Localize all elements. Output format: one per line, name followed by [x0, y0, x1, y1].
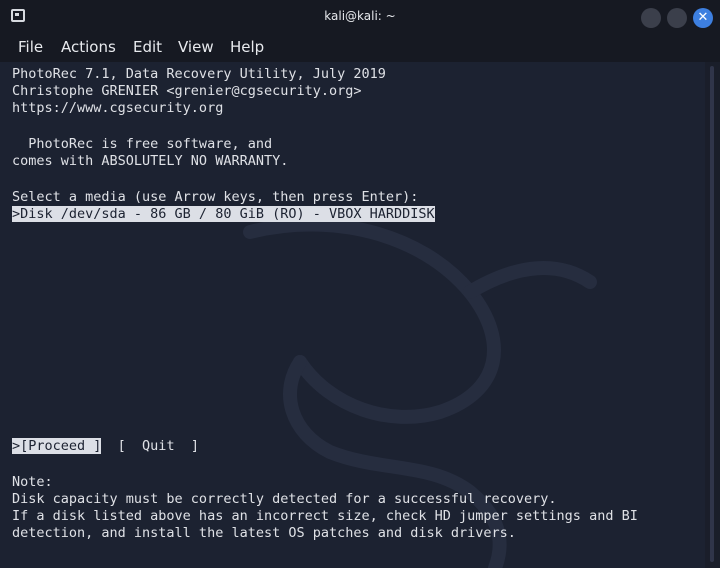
action-buttons: >[Proceed ] [ Quit ]: [12, 438, 199, 455]
license-line-2: comes with ABSOLUTELY NO WARRANTY.: [12, 153, 289, 169]
maximize-button[interactable]: [667, 8, 687, 28]
note-line-3: detection, and install the latest OS pat…: [12, 525, 516, 541]
menu-file[interactable]: File: [18, 38, 43, 56]
minimize-button[interactable]: [641, 8, 661, 28]
header-line-url: https://www.cgsecurity.org: [12, 100, 224, 116]
title-bar[interactable]: kali@kali: ~ ✕: [0, 0, 720, 34]
vertical-scrollbar[interactable]: [705, 62, 720, 568]
header-line-author: Christophe GRENIER <grenier@cgsecurity.o…: [12, 83, 362, 99]
scrollbar-thumb[interactable]: [710, 66, 714, 562]
quit-button[interactable]: [ Quit ]: [118, 438, 199, 454]
terminal-output[interactable]: PhotoRec 7.1, Data Recovery Utility, Jul…: [0, 62, 705, 568]
note-line-2: If a disk listed above has an incorrect …: [12, 508, 638, 524]
license-line-1: PhotoRec is free software, and: [12, 136, 273, 152]
close-icon: ✕: [697, 10, 709, 25]
menu-actions[interactable]: Actions: [61, 38, 116, 56]
menu-view[interactable]: View: [178, 38, 214, 56]
close-button[interactable]: ✕: [693, 8, 713, 28]
note-line-1: Disk capacity must be correctly detected…: [12, 491, 557, 507]
menu-edit[interactable]: Edit: [133, 38, 162, 56]
header-line-title: PhotoRec 7.1, Data Recovery Utility, Jul…: [12, 66, 386, 82]
media-item-selected[interactable]: >Disk /dev/sda - 86 GB / 80 GiB (RO) - V…: [12, 206, 435, 222]
terminal-window: kali@kali: ~ ✕ File Actions Edit View He…: [0, 0, 720, 568]
menu-bar: File Actions Edit View Help: [0, 34, 720, 62]
media-list-item[interactable]: >Disk /dev/sda - 86 GB / 80 GiB (RO) - V…: [12, 206, 435, 223]
media-prompt: Select a media (use Arrow keys, then pre…: [12, 189, 419, 205]
window-title: kali@kali: ~: [324, 9, 396, 23]
proceed-button[interactable]: >[Proceed ]: [12, 438, 102, 454]
note-label: Note:: [12, 474, 53, 490]
menu-help[interactable]: Help: [230, 38, 264, 56]
